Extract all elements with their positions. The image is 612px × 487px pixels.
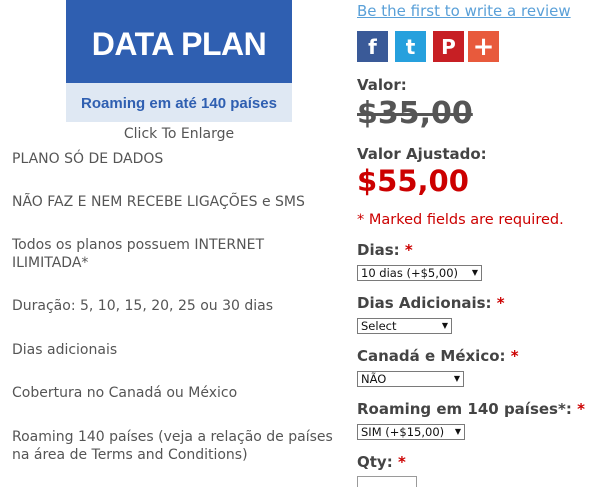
- description-line: Cobertura no Canadá ou México: [12, 385, 238, 401]
- adjusted-price-label: Valor Ajustado:: [357, 145, 487, 163]
- write-review-link[interactable]: Be the first to write a review: [357, 2, 571, 20]
- dias-select-value: 10 dias (+$5,00): [361, 266, 459, 280]
- dias-select[interactable]: 10 dias (+$5,00) ▼: [357, 265, 482, 281]
- click-to-enlarge-link[interactable]: Click To Enlarge: [66, 126, 292, 142]
- qty-label: Qty: *: [357, 453, 406, 471]
- dias-adicionais-label-text: Dias Adicionais:: [357, 294, 492, 312]
- qty-label-text: Qty:: [357, 453, 393, 471]
- required-mark: *: [397, 453, 406, 471]
- image-title: DATA PLAN: [91, 26, 267, 62]
- twitter-icon: t: [405, 34, 416, 59]
- description-line: Dias adicionais: [12, 342, 118, 358]
- roaming-label: Roaming em 140 países*: *: [357, 400, 585, 418]
- required-mark: *: [510, 347, 519, 365]
- pinterest-icon: P: [441, 34, 456, 59]
- required-mark: *: [577, 400, 585, 418]
- description-line: Todos os planos possuem INTERNET ILIMITA…: [12, 237, 264, 271]
- old-price: $35,00: [357, 96, 473, 131]
- qty-input[interactable]: [357, 476, 417, 487]
- twitter-share-button[interactable]: t: [395, 31, 426, 62]
- facebook-share-button[interactable]: f: [357, 31, 388, 62]
- dropdown-arrow-icon: ▼: [454, 427, 461, 436]
- required-mark: *: [404, 241, 413, 259]
- description-line: PLANO SÓ DE DADOS: [12, 151, 164, 167]
- canada-mexico-select[interactable]: NÃO ▼: [357, 371, 464, 387]
- dias-adicionais-label: Dias Adicionais: *: [357, 294, 505, 312]
- adjusted-price: $55,00: [357, 164, 469, 198]
- plus-icon: +: [472, 31, 495, 62]
- canada-mexico-label-text: Canadá e México:: [357, 347, 506, 365]
- dias-label-text: Dias:: [357, 241, 400, 259]
- valor-label: Valor:: [357, 76, 407, 94]
- roaming-label-text: Roaming em 140 países*:: [357, 400, 572, 418]
- description-line: NÃO FAZ E NEM RECEBE LIGAÇÕES e SMS: [12, 194, 305, 210]
- dias-adicionais-select-value: Select: [361, 319, 397, 333]
- more-share-button[interactable]: +: [468, 31, 499, 62]
- product-image[interactable]: DATA PLAN Roaming em até 140 países: [66, 0, 292, 122]
- facebook-icon: f: [368, 34, 377, 59]
- dias-label: Dias: *: [357, 241, 413, 259]
- roaming-select[interactable]: SIM (+$15,00) ▼: [357, 424, 465, 440]
- canada-mexico-label: Canadá e México: *: [357, 347, 519, 365]
- required-fields-note: * Marked fields are required.: [357, 212, 564, 228]
- canada-mexico-select-value: NÃO: [361, 372, 387, 386]
- dias-adicionais-select[interactable]: Select ▼: [357, 318, 452, 334]
- description-line: Duração: 5, 10, 15, 20, 25 ou 30 dias: [12, 298, 274, 314]
- required-mark: *: [496, 294, 505, 312]
- dropdown-arrow-icon: ▼: [441, 321, 448, 330]
- roaming-select-value: SIM (+$15,00): [361, 425, 445, 439]
- description-line: Roaming 140 países (veja a relação de pa…: [12, 429, 333, 463]
- dropdown-arrow-icon: ▼: [453, 374, 460, 383]
- dropdown-arrow-icon: ▼: [471, 268, 478, 277]
- pinterest-share-button[interactable]: P: [433, 31, 464, 62]
- image-subtitle: Roaming em até 140 países: [81, 95, 277, 112]
